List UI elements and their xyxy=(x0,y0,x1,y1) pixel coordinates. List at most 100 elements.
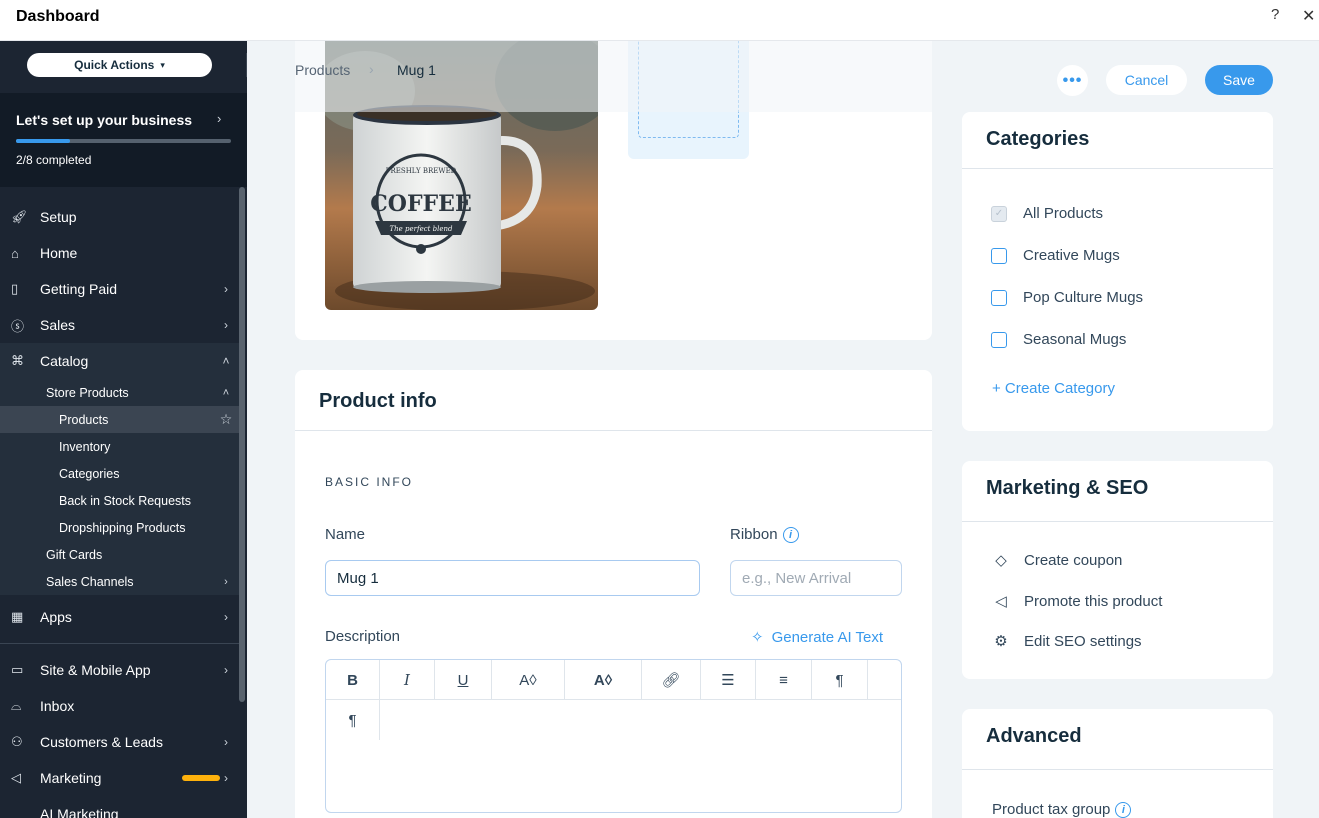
checkbox[interactable] xyxy=(991,289,1007,306)
image-text-main: COFFEE xyxy=(370,191,471,217)
sidebar-divider xyxy=(0,643,240,644)
text-direction-ltr-icon[interactable]: ¶ xyxy=(326,700,380,740)
rocket-icon: 🚀︎ xyxy=(11,209,28,224)
sidebar-item-label: Setup xyxy=(40,209,77,225)
info-icon[interactable]: i xyxy=(782,527,799,544)
setup-title: Let's set up your business xyxy=(16,112,193,128)
sidebar-nav: 🚀︎ Setup ⌂ Home ▯ Getting Paid › ⓢ Sales… xyxy=(0,199,240,818)
checkbox[interactable] xyxy=(991,331,1007,348)
sidebar-item-back-in-stock[interactable]: Back in Stock Requests xyxy=(0,487,240,514)
create-category-link[interactable]: + Create Category xyxy=(992,380,1115,397)
link-icon[interactable]: 🔗︎ xyxy=(642,660,701,700)
sidebar-item-apps[interactable]: ▦ Apps › xyxy=(0,599,240,635)
star-icon[interactable]: ☆ xyxy=(212,411,240,428)
sidebar-item-gift-cards[interactable]: Gift Cards xyxy=(0,541,240,568)
sidebar-item-inventory[interactable]: Inventory xyxy=(0,433,240,460)
generate-ai-text-label: Generate AI Text xyxy=(771,628,884,646)
sidebar-item-store-products[interactable]: Store Products ˄ xyxy=(0,379,240,406)
sidebar-item-dropshipping[interactable]: Dropshipping Products xyxy=(0,514,240,541)
sidebar-item-label: Sales Channels xyxy=(46,574,134,589)
advanced-title: Advanced xyxy=(986,725,1082,747)
advanced-card: Advanced Product tax group i xyxy=(962,709,1273,818)
category-label: Seasonal Mugs xyxy=(1023,331,1127,348)
chevron-right-icon: › xyxy=(224,575,228,588)
catalog-section: ⌘ Catalog ˄ Store Products ˄ Products ☆ … xyxy=(0,343,240,595)
sidebar-item-products[interactable]: Products ☆ xyxy=(0,406,240,433)
marketing-seo-card: Marketing & SEO ◇ Create coupon ◁ Promot… xyxy=(962,461,1273,679)
card-divider xyxy=(962,521,1273,522)
sidebar-item-setup[interactable]: 🚀︎ Setup xyxy=(0,199,240,235)
chevron-right-icon: › xyxy=(224,282,228,296)
card-divider xyxy=(962,168,1273,169)
sparkle-icon: ✧ xyxy=(751,629,764,646)
coupon-icon: ◇ xyxy=(995,552,1007,569)
inbox-icon: ⌓ xyxy=(11,698,22,713)
setup-progress-bar xyxy=(16,139,231,143)
category-seasonal-mugs[interactable]: Seasonal Mugs xyxy=(991,331,1126,348)
generate-ai-text-button[interactable]: ✧ Generate AI Text xyxy=(751,628,884,647)
home-icon: ⌂ xyxy=(11,245,19,261)
promote-product-link[interactable]: ◁ Promote this product xyxy=(992,592,1163,611)
sidebar-item-label: Getting Paid xyxy=(40,281,118,297)
sidebar-item-site-mobile[interactable]: ▭ Site & Mobile App › xyxy=(0,652,240,688)
image-text-top: FRESHLY BREWED xyxy=(386,167,457,175)
category-all-products[interactable]: ✓ All Products xyxy=(991,205,1103,222)
italic-icon[interactable]: I xyxy=(380,660,435,700)
sidebar-item-label: Customers & Leads xyxy=(40,734,163,750)
bold-icon[interactable]: B xyxy=(326,660,380,700)
megaphone-icon: ◁ xyxy=(995,593,1007,610)
sidebar-scrollbar[interactable] xyxy=(239,187,245,702)
sidebar-item-inbox[interactable]: ⌓ Inbox xyxy=(0,688,240,724)
sidebar-item-home[interactable]: ⌂ Home xyxy=(0,235,240,271)
save-button[interactable]: Save xyxy=(1205,65,1273,95)
create-coupon-link[interactable]: ◇ Create coupon xyxy=(992,551,1123,570)
sidebar-item-ai-marketing[interactable]: AI Marketing xyxy=(0,796,240,818)
close-icon[interactable]: ✕ xyxy=(1302,6,1315,26)
info-icon[interactable]: i xyxy=(1115,802,1132,818)
sidebar-item-sales-channels[interactable]: Sales Channels › xyxy=(0,568,240,595)
breadcrumb-products[interactable]: Products xyxy=(295,62,350,78)
sidebar-item-label: Inventory xyxy=(59,439,111,454)
quick-actions-button[interactable]: Quick Actions ▾ xyxy=(27,53,212,77)
edit-seo-link[interactable]: ⚙ Edit SEO settings xyxy=(992,632,1142,651)
marketing-seo-title: Marketing & SEO xyxy=(986,477,1149,499)
name-input[interactable]: Mug 1 xyxy=(325,560,700,596)
sidebar-item-sales[interactable]: ⓢ Sales › xyxy=(0,307,240,343)
tax-group-row: Product tax group i xyxy=(992,801,1132,818)
text-color-icon[interactable]: A◊ xyxy=(492,660,565,700)
sidebar-item-label: AI Marketing xyxy=(40,806,119,818)
sidebar-item-customers[interactable]: ⚇ Customers & Leads › xyxy=(0,724,240,760)
category-pop-culture-mugs[interactable]: Pop Culture Mugs xyxy=(991,289,1143,306)
marketing-item-label: Create coupon xyxy=(1024,551,1123,569)
help-icon[interactable]: ? xyxy=(1271,6,1279,23)
numbered-list-icon[interactable]: ≡ xyxy=(756,660,812,700)
category-creative-mugs[interactable]: Creative Mugs xyxy=(991,247,1120,264)
sidebar-item-getting-paid[interactable]: ▯ Getting Paid › xyxy=(0,271,240,307)
sidebar-item-label: Products xyxy=(59,412,109,427)
tag-icon: ⌘ xyxy=(11,353,24,368)
category-label: Creative Mugs xyxy=(1023,247,1120,264)
apps-icon: ▦ xyxy=(11,609,24,624)
underline-icon[interactable]: U xyxy=(435,660,492,700)
highlight-color-icon[interactable]: A◊ xyxy=(565,660,642,700)
cancel-button[interactable]: Cancel xyxy=(1106,65,1187,95)
bullet-list-icon[interactable]: ☰ xyxy=(701,660,756,700)
checkbox[interactable]: ✓ xyxy=(991,205,1007,222)
sidebar-item-label: Catalog xyxy=(40,353,89,369)
chevron-right-icon: › xyxy=(224,610,228,624)
sidebar-item-categories[interactable]: Categories xyxy=(0,460,240,487)
sidebar-item-label: Dropshipping Products xyxy=(59,520,186,535)
text-direction-rtl-icon[interactable]: ¶ xyxy=(812,660,868,700)
description-editor[interactable]: B I U A◊ A◊ 🔗︎ ☰ ≡ ¶ ¶ xyxy=(325,659,902,813)
sidebar-item-catalog[interactable]: ⌘ Catalog ˄ xyxy=(0,343,240,379)
sidebar-item-label: Store Products xyxy=(46,385,129,400)
ribbon-input[interactable]: e.g., New Arrival xyxy=(730,560,902,596)
sidebar-item-label: Back in Stock Requests xyxy=(59,493,192,508)
more-actions-button[interactable]: ••• xyxy=(1057,65,1088,96)
checkbox[interactable] xyxy=(991,247,1007,264)
devices-icon: ▭ xyxy=(11,662,24,677)
setup-progress-panel[interactable]: Let's set up your business › 2/8 complet… xyxy=(0,93,247,187)
marketing-item-label: Promote this product xyxy=(1024,592,1163,610)
setup-progress-fill xyxy=(16,139,70,143)
marketing-item-label: Edit SEO settings xyxy=(1024,632,1142,650)
